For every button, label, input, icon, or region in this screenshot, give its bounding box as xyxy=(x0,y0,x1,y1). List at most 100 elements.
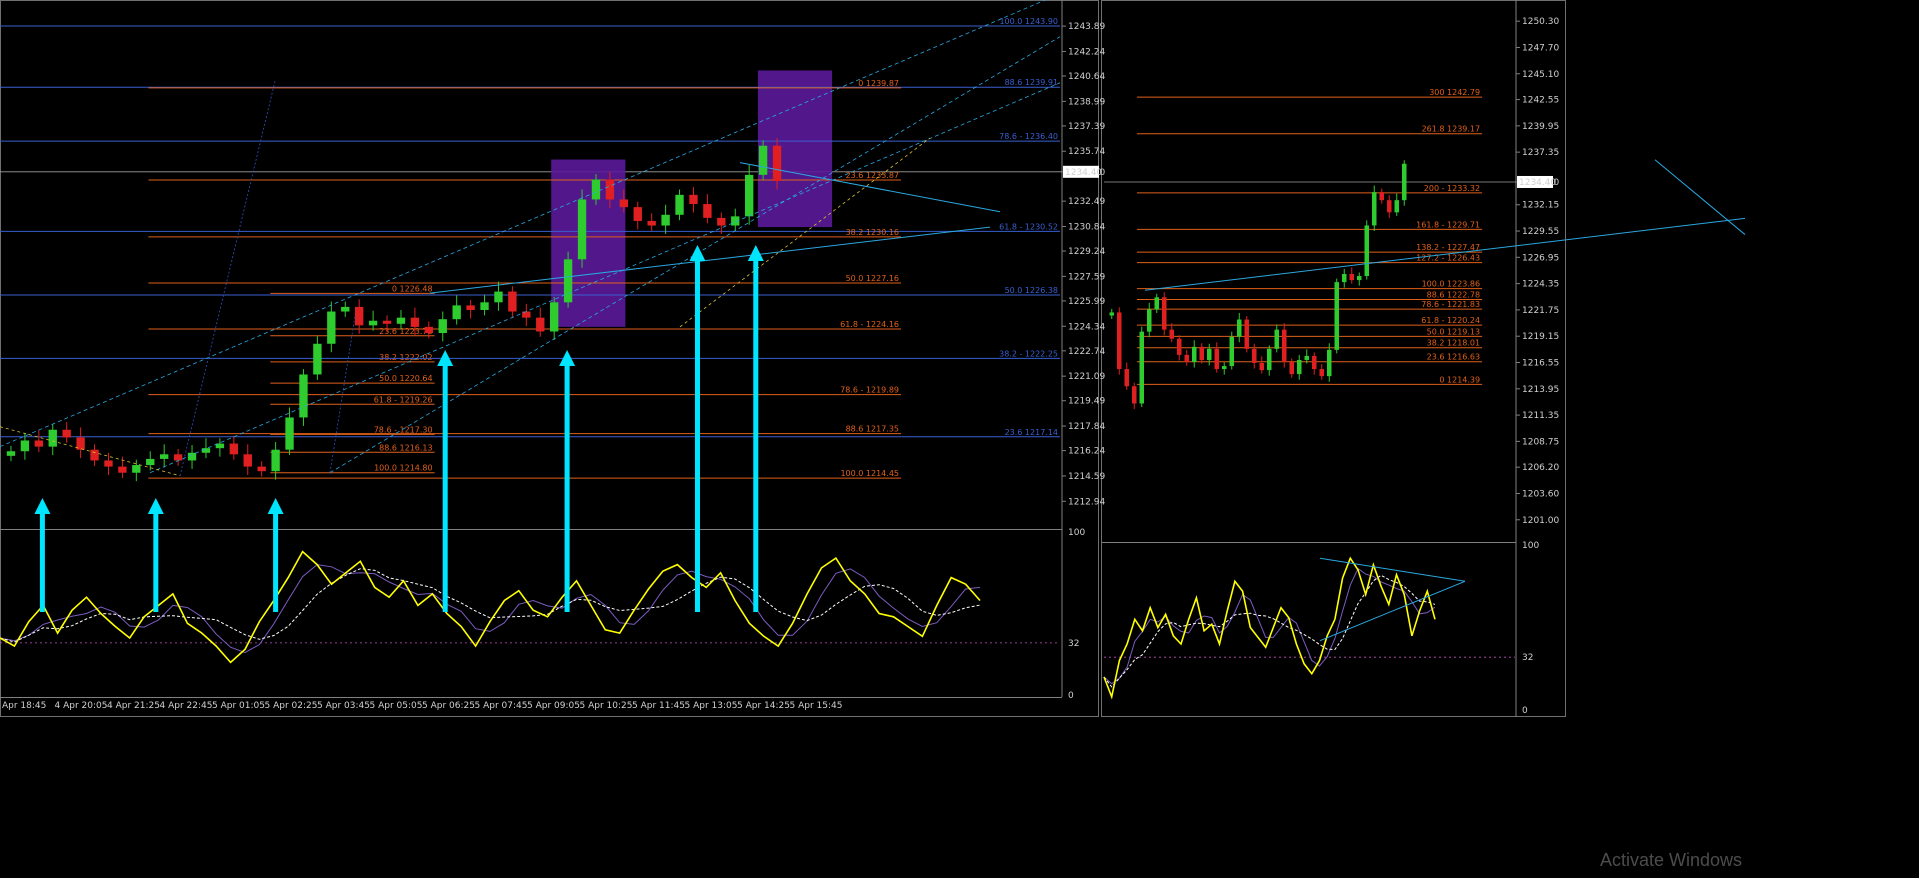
candle-body xyxy=(1312,355,1317,370)
candle-body xyxy=(160,454,169,459)
signal-arrow-head xyxy=(267,498,284,514)
osc-signal-line xyxy=(1103,567,1436,685)
highlight-box xyxy=(757,70,833,228)
fib-level-label: 127.2 - 1226.43 xyxy=(1416,254,1480,263)
candle-body xyxy=(285,417,294,450)
candle-body xyxy=(466,305,475,310)
x-tick-label: 5 Apr 15:45 xyxy=(790,701,843,711)
candle-body xyxy=(1357,276,1362,281)
y-tick-label: 1239.95 xyxy=(1522,122,1559,132)
y-tick-label: 1227.59 xyxy=(1068,272,1105,282)
candle-body xyxy=(132,465,141,473)
candle-body xyxy=(1222,366,1227,370)
fib-level-label: 100.0 1243.90 xyxy=(999,17,1058,26)
empty-desktop-area xyxy=(1566,0,1919,878)
fib-level-label: 100.0 1214.80 xyxy=(374,464,433,473)
candle-body xyxy=(1147,309,1152,332)
candle-body xyxy=(1289,362,1294,375)
candle-body xyxy=(1184,354,1189,362)
y-tick-label: 1237.39 xyxy=(1068,122,1105,132)
fib-level-label: 88.6 1216.13 xyxy=(379,443,432,452)
candle-body xyxy=(563,259,573,303)
candle-body xyxy=(34,440,43,447)
fib-level-label: 161.8 - 1229.71 xyxy=(1416,220,1480,229)
y-tick-label: 1242.55 xyxy=(1522,96,1559,106)
fib-level-label: 78.6 - 1221.83 xyxy=(1421,300,1480,309)
signal-arrow-head xyxy=(34,498,51,514)
fib-level-label: 88.6 1222.78 xyxy=(1427,290,1480,299)
candle-body xyxy=(1402,163,1407,201)
candle-body xyxy=(104,460,113,467)
candle-body xyxy=(118,466,127,473)
fib-level-label: 61.8 - 1220.24 xyxy=(1421,316,1480,325)
signal-arrow-head xyxy=(147,498,164,514)
fib-level-label: 88.6 1239.91 xyxy=(1005,78,1058,87)
candle-body xyxy=(1214,348,1219,370)
fib-level-label: 261.8 1239.17 xyxy=(1422,125,1481,134)
candle-body xyxy=(173,454,183,461)
x-tick-label: 5 Apr 06:25 xyxy=(422,701,475,711)
y-tick-label: 1217.84 xyxy=(1068,422,1105,432)
candle-body xyxy=(1192,346,1197,362)
candle-body xyxy=(675,194,684,215)
candle-body xyxy=(1162,297,1167,330)
y-tick-label: 1232.49 xyxy=(1068,197,1105,207)
candle-body xyxy=(550,302,559,332)
y-tick-label: 1213.95 xyxy=(1522,385,1559,395)
y-tick-label: 1235.74 xyxy=(1068,147,1105,157)
candle-body xyxy=(62,429,71,438)
fib-level-label: 23.6 1217.14 xyxy=(1005,428,1058,437)
fib-level-label: 50.0 1226.38 xyxy=(1005,286,1058,295)
candle-body xyxy=(257,466,266,472)
y-tick-label: 1242.24 xyxy=(1068,47,1105,57)
right-osc-triangle-upper xyxy=(1319,557,1466,582)
candle-body xyxy=(1117,312,1122,370)
signal-arrow-head xyxy=(747,245,764,261)
y-tick-label: 1237.35 xyxy=(1522,148,1559,158)
candle-body xyxy=(1327,349,1332,377)
fib-level-label: 100.0 1214.45 xyxy=(840,469,899,478)
candle-body xyxy=(229,443,238,455)
candle-body xyxy=(1229,336,1234,367)
fib-level-label: 38.2 1222.02 xyxy=(379,353,432,362)
y-tick-label: 1211.35 xyxy=(1522,411,1559,421)
x-tick-label: 5 Apr 01:05 xyxy=(212,701,265,711)
x-tick-label: Apr 18:45 xyxy=(2,701,46,711)
fib-level-label: 38.2 1230.16 xyxy=(846,228,899,237)
y-tick-label: 1230.84 xyxy=(1068,222,1105,232)
x-tick-label: 5 Apr 07:45 xyxy=(475,701,528,711)
candle-body xyxy=(591,179,601,200)
fib-level-label: 300 1242.79 xyxy=(1429,88,1480,97)
fib-level-label: 0 1214.39 xyxy=(1439,375,1480,384)
y-tick-label: 1229.55 xyxy=(1522,227,1559,237)
y-tick-label: 1229.24 xyxy=(1068,247,1105,257)
candle-body xyxy=(20,440,30,452)
candle-body xyxy=(201,448,211,453)
x-tick-label: 5 Apr 05:05 xyxy=(370,701,423,711)
candle-body xyxy=(424,326,433,334)
x-tick-label: 4 Apr 22:45 xyxy=(160,701,213,711)
candle-body xyxy=(1244,319,1249,349)
candle-body xyxy=(48,429,57,447)
fib-level-label: 138.2 - 1227.47 xyxy=(1416,243,1480,252)
candle-body xyxy=(355,306,364,326)
chart-stage: 1243.89 1242.24 1240.64 1238.99 1237.39 1235.… xyxy=(0,0,1919,878)
candle-body xyxy=(1259,363,1264,371)
candle-body xyxy=(1132,386,1137,404)
y-tick-label: 1216.55 xyxy=(1522,359,1559,369)
fib-level-label: 61.8 - 1230.52 xyxy=(999,222,1058,231)
candle-body xyxy=(368,320,378,326)
x-tick-label: 5 Apr 13:05 xyxy=(685,701,738,711)
fib-level-label: 0 1239.87 xyxy=(858,79,899,88)
osc-y-tick-label: 32 xyxy=(1068,639,1079,649)
candle-body xyxy=(1169,329,1174,339)
candle-body xyxy=(271,449,280,472)
y-tick-label: 1238.99 xyxy=(1068,97,1105,107)
candle-body xyxy=(619,199,628,208)
x-tick-label: 5 Apr 02:25 xyxy=(265,701,318,711)
candle-body xyxy=(1394,200,1399,213)
candle-body xyxy=(438,319,447,334)
x-tick-label: 5 Apr 09:05 xyxy=(527,701,580,711)
y-tick-label: 1208.75 xyxy=(1522,437,1559,447)
y-tick-label: 1216.24 xyxy=(1068,447,1105,457)
